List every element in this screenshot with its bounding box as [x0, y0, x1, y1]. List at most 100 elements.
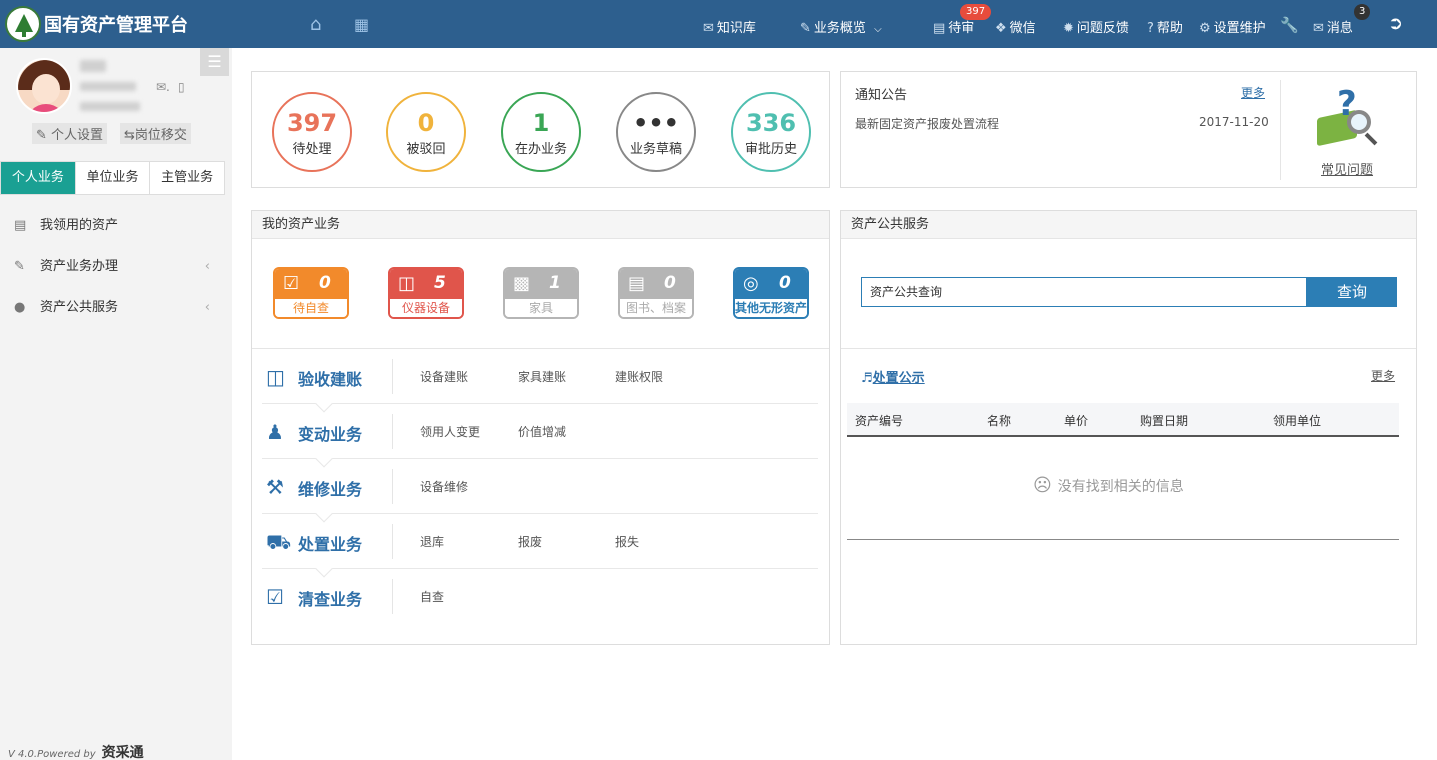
sidebar: ✉. ▯ ☰ ✎ 个人设置 ⇆岗位移交 个人业务 单位业务 主管业务 ▤ 我领用的…	[0, 48, 232, 760]
sidebar-item-asset-business[interactable]: ✎ 资产业务办理 ‹	[0, 247, 232, 287]
envelope-icon: ✉	[1313, 21, 1324, 36]
link-equipment-repair[interactable]: 设备维修	[420, 478, 468, 495]
question-icon: ?	[1147, 21, 1154, 36]
sidebar-item-my-assets[interactable]: ▤ 我领用的资产	[0, 206, 232, 246]
biz-row-inventory: ☑ 清查业务 自查	[262, 569, 818, 624]
link-scrap[interactable]: 报废	[518, 533, 542, 550]
sidebar-item-public-service[interactable]: ● 资产公共服务 ‹	[0, 288, 232, 328]
truck-icon: ⛟	[266, 530, 292, 554]
public-service-header: 资产公共服务	[841, 211, 1416, 239]
stat-rejected[interactable]: 0 被驳回	[386, 92, 466, 172]
link-furniture-ledger[interactable]: 家具建账	[518, 368, 566, 385]
notice-item-date: 2017-11-20	[1199, 115, 1269, 129]
nav-knowledge[interactable]: ✉ 知识库	[703, 17, 756, 36]
search-input[interactable]: 资产公共查询	[861, 277, 1307, 307]
pencil-icon: ✎	[14, 259, 25, 274]
col-name: 名称	[987, 414, 1012, 428]
disposal-title[interactable]: ♬处置公示	[861, 367, 925, 386]
book-icon: ▤	[628, 273, 646, 294]
tile-self-check[interactable]: ☑ 0 待自查	[273, 267, 349, 319]
col-asset-number: 资产编号	[855, 414, 904, 428]
link-loss[interactable]: 报失	[615, 533, 639, 550]
stat-drafts[interactable]: ••• 业务草稿	[616, 92, 696, 172]
stat-in-progress[interactable]: 1 在办业务	[501, 92, 581, 172]
link-ledger-permission[interactable]: 建账权限	[615, 368, 663, 385]
col-price: 单价	[1064, 414, 1089, 428]
faq-link[interactable]: 常见问题	[1321, 159, 1373, 178]
messages-badge: 3	[1354, 4, 1371, 20]
logout-icon[interactable]: ➲	[1388, 13, 1403, 34]
user-icon: ♟	[266, 420, 284, 444]
home-icon[interactable]: ⌂	[310, 14, 321, 35]
mail-icon[interactable]: ✉.	[156, 80, 170, 94]
pencil-icon: ✎	[36, 128, 47, 143]
nav-feedback[interactable]: ✹ 问题反馈	[1063, 17, 1129, 36]
stats-panel: 397 待处理 0 被驳回 1 在办业务 ••• 业务草稿 336 审批历史	[251, 71, 830, 188]
checkbox-icon: ☑	[266, 585, 284, 609]
chevron-left-icon: ‹	[204, 259, 210, 274]
transfer-link[interactable]: ⇆岗位移交	[120, 123, 191, 144]
grid-icon[interactable]: ▦	[354, 15, 369, 34]
tab-personal[interactable]: 个人业务	[1, 162, 76, 194]
notice-item-title[interactable]: 最新固定资产报废处置流程	[855, 115, 999, 132]
business-tabs: 个人业务 单位业务 主管业务	[0, 161, 225, 195]
chevron-down-icon: ⌵	[874, 24, 882, 35]
notice-panel: 通知公告 更多 最新固定资产报废处置流程 2017-11-20 ? 常见问题	[840, 71, 1417, 188]
list-icon: ▤	[933, 21, 946, 36]
inbox-icon: ✉	[703, 21, 714, 36]
col-department: 领用单位	[1273, 414, 1322, 428]
tab-unit[interactable]: 单位业务	[76, 162, 151, 194]
avatar[interactable]	[16, 58, 72, 114]
top-navbar: 国有资产管理平台 ⌂ ▦ ✉ 知识库 ✎ 业务概览 ⌵ ▤ 待审 397 ❖ 微信 ✹ 问…	[0, 0, 1437, 48]
public-service-panel: 资产公共服务 资产公共查询 查询 ♬处置公示 更多 资产编号 名称 单价 购置日…	[840, 210, 1417, 645]
divider	[847, 539, 1399, 540]
link-return[interactable]: 退库	[420, 533, 444, 550]
edit-icon: ✎	[800, 21, 811, 36]
nav-wechat[interactable]: ❖ 微信	[995, 17, 1036, 36]
version-footer: V 4.0.Powered by 资采通	[8, 745, 144, 760]
tile-books[interactable]: ▤ 0 图书、档案	[618, 267, 694, 319]
stat-pending[interactable]: 397 待处理	[272, 92, 352, 172]
search-button[interactable]: 查询	[1307, 277, 1397, 307]
link-equipment-ledger[interactable]: 设备建账	[420, 368, 468, 385]
nav-overview[interactable]: ✎ 业务概览 ⌵	[800, 17, 882, 36]
biz-row-repair: ⚒ 维修业务 设备维修	[262, 459, 818, 523]
gear-icon: ⚙	[1199, 21, 1211, 36]
biz-row-disposal: ⛟ 处置业务 退库 报废 报失	[262, 514, 818, 578]
tile-instruments[interactable]: ◫ 5 仪器设备	[388, 267, 464, 319]
userinfo-blurred	[80, 102, 140, 111]
divider	[1280, 80, 1281, 180]
phone-icon[interactable]: ▯	[178, 80, 185, 94]
logo	[5, 6, 41, 42]
disposal-table-header: 资产编号 名称 单价 购置日期 领用单位	[847, 403, 1399, 437]
chevron-left-icon: ‹	[204, 300, 210, 315]
nav-settings[interactable]: ⚙ 设置维护	[1199, 17, 1266, 36]
notice-title: 通知公告	[855, 88, 908, 103]
monitor-icon: ◫	[266, 365, 285, 389]
disposal-more-link[interactable]: 更多	[1371, 367, 1395, 384]
my-business-header: 我的资产业务	[252, 211, 829, 239]
divider	[841, 348, 1416, 349]
username-blurred	[80, 60, 106, 72]
frown-icon: ☹	[1033, 475, 1052, 496]
tile-furniture[interactable]: ▩ 1 家具	[503, 267, 579, 319]
notice-more-link[interactable]: 更多	[1241, 84, 1265, 101]
globe-icon: ●	[14, 300, 26, 315]
powered-brand: 资采通	[101, 745, 144, 760]
stat-history[interactable]: 336 审批历史	[731, 92, 811, 172]
my-business-panel: 我的资产业务 ☑ 0 待自查 ◫ 5 仪器设备 ▩ 1 家具 ▤ 0 图书、档案 ◎ 0 …	[251, 210, 830, 645]
faq-illustration: ?	[1313, 84, 1383, 150]
link-value-adjust[interactable]: 价值增减	[518, 423, 566, 440]
wrench-icon[interactable]: 🔧	[1280, 16, 1299, 34]
nav-help[interactable]: ? 帮助	[1147, 17, 1183, 36]
tab-supervisor[interactable]: 主管业务	[150, 162, 224, 194]
tile-intangible[interactable]: ◎ 0 其他无形资产	[733, 267, 809, 319]
menu-toggle-button[interactable]: ☰	[200, 48, 229, 76]
link-self-check[interactable]: 自查	[420, 588, 444, 605]
nav-messages[interactable]: ✉ 消息	[1313, 17, 1353, 36]
link-user-change[interactable]: 领用人变更	[420, 423, 480, 440]
userinfo-blurred	[80, 82, 136, 91]
personal-settings-link[interactable]: ✎ 个人设置	[32, 123, 108, 144]
hdd-icon: ▤	[14, 218, 27, 233]
col-purchase-date: 购置日期	[1140, 414, 1189, 428]
